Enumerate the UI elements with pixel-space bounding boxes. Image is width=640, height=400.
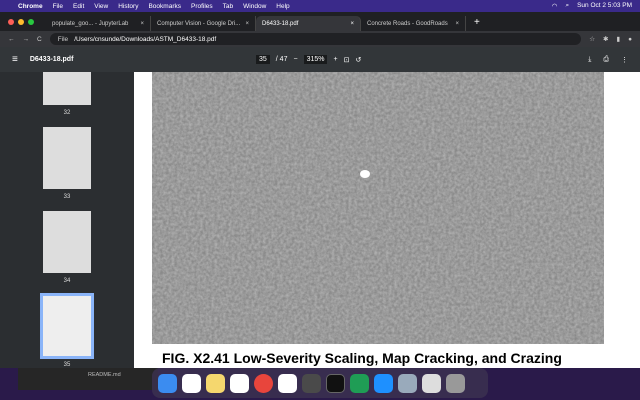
page-input[interactable]: 35: [256, 55, 270, 64]
download-icon[interactable]: ⤓: [588, 56, 591, 64]
wifi-icon[interactable]: ◠: [552, 2, 558, 10]
close-icon[interactable]: ×: [140, 21, 144, 27]
tab-drive[interactable]: Computer Vision - Google Dri... ×: [151, 16, 256, 31]
thumbnail-page[interactable]: [43, 211, 91, 273]
app-store-icon[interactable]: [374, 373, 393, 393]
slack-icon[interactable]: [230, 373, 249, 393]
thumbnail-page-selected[interactable]: [40, 293, 94, 359]
address-bar-row: ← → C File/Users/cnsunde/Downloads/ASTM_D6…: [0, 31, 640, 47]
tab-goodroads[interactable]: Concrete Roads - GoodRoads ×: [361, 16, 466, 31]
pdf-toolbar: ≡ D6433-18.pdf 35 / 47 − 315% + ⊡ ↺ ⤓ ⎙ ⋮: [0, 47, 640, 72]
quicktime-icon[interactable]: [398, 373, 417, 393]
close-icon[interactable]: ×: [350, 21, 354, 27]
profile-avatar[interactable]: ●: [628, 36, 632, 43]
excel-icon[interactable]: [350, 373, 369, 393]
star-icon[interactable]: ☆: [589, 35, 595, 43]
menu-file[interactable]: File: [53, 3, 63, 10]
back-icon[interactable]: ←: [8, 36, 15, 43]
reload-icon[interactable]: C: [37, 36, 42, 43]
menu-history[interactable]: History: [118, 3, 138, 10]
tab-label: Concrete Roads - GoodRoads: [367, 20, 448, 27]
url-text: /Users/cnsunde/Downloads/ASTM_D6433-18.p…: [74, 35, 217, 43]
reminders-icon[interactable]: [182, 373, 201, 393]
rotate-icon[interactable]: ↺: [355, 56, 361, 64]
trash-icon[interactable]: [446, 373, 465, 393]
tab-label: Computer Vision - Google Dri...: [157, 20, 241, 27]
address-input[interactable]: File/Users/cnsunde/Downloads/ASTM_D6433-…: [49, 33, 582, 45]
thumbnail-sidebar[interactable]: 32 33 34 35: [0, 72, 134, 368]
finder-icon[interactable]: [158, 373, 177, 393]
concrete-photo: [152, 72, 604, 344]
scheme-label: File: [57, 35, 69, 43]
print-icon[interactable]: ⎙: [603, 56, 609, 64]
sidepanel-icon[interactable]: ▮: [616, 35, 620, 43]
menu-icon[interactable]: ≡: [12, 54, 18, 65]
close-window-button[interactable]: [8, 19, 14, 25]
menu-edit[interactable]: Edit: [73, 3, 84, 10]
finder-file[interactable]: README.md: [88, 372, 121, 378]
fit-page-icon[interactable]: ⊡: [344, 56, 350, 64]
close-icon[interactable]: ×: [245, 21, 249, 27]
zoom-out-button[interactable]: −: [293, 56, 297, 63]
tab-label: D6433-18.pdf: [262, 20, 299, 27]
figure-caption: FIG. X2.41 Low-Severity Scaling, Map Cra…: [162, 350, 562, 366]
terminal-icon[interactable]: [326, 373, 345, 393]
search-icon[interactable]: ⌕: [565, 2, 569, 10]
thumbnail-page[interactable]: [43, 72, 91, 105]
forward-icon[interactable]: →: [23, 36, 30, 43]
zoom-input[interactable]: 315%: [303, 55, 328, 64]
page-total: / 47: [275, 56, 288, 63]
thumbnail-label: 32: [63, 110, 71, 116]
dock: [152, 368, 488, 398]
tab-bar: populate_goo... - JupyterLab × Computer V…: [0, 12, 640, 31]
pdf-page: FIG. X2.41 Low-Severity Scaling, Map Cra…: [134, 72, 640, 368]
document-icon[interactable]: [422, 373, 441, 393]
thumbnail-label: 34: [63, 278, 71, 284]
zoom-button[interactable]: [28, 19, 34, 25]
pdf-viewport[interactable]: FIG. X2.41 Low-Severity Scaling, Map Cra…: [134, 72, 640, 368]
menu-bookmarks[interactable]: Bookmarks: [148, 3, 181, 10]
finder-window[interactable]: README.md: [18, 368, 158, 390]
minimize-button[interactable]: [18, 19, 24, 25]
zoom-in-button[interactable]: +: [333, 56, 337, 63]
app-icon[interactable]: [278, 373, 297, 393]
tab-label: populate_goo... - JupyterLab: [52, 20, 129, 27]
thumbnail-page[interactable]: [43, 127, 91, 189]
menu-app[interactable]: Chrome: [18, 3, 43, 10]
thumbnail-label: 33: [63, 194, 71, 200]
menu-help[interactable]: Help: [276, 3, 289, 10]
pdf-title: D6433-18.pdf: [29, 56, 74, 63]
notes-icon[interactable]: [206, 373, 225, 393]
extensions-icon[interactable]: ✱: [603, 35, 608, 43]
chrome-icon[interactable]: [254, 373, 273, 393]
clock[interactable]: Sun Oct 2 5:03 PM: [577, 2, 632, 10]
tab-pdf[interactable]: D6433-18.pdf ×: [256, 16, 361, 31]
menu-window[interactable]: Window: [243, 3, 266, 10]
menu-profiles[interactable]: Profiles: [191, 3, 213, 10]
menu-bar: Chrome File Edit View History Bookmarks …: [0, 0, 640, 12]
sublime-icon[interactable]: [302, 373, 321, 393]
close-icon[interactable]: ×: [455, 21, 459, 27]
menu-view[interactable]: View: [94, 3, 108, 10]
tab-jupyter[interactable]: populate_goo... - JupyterLab ×: [46, 16, 151, 31]
more-icon[interactable]: ⋮: [621, 56, 628, 64]
new-tab-button[interactable]: +: [466, 17, 488, 31]
menu-tab[interactable]: Tab: [223, 3, 233, 10]
